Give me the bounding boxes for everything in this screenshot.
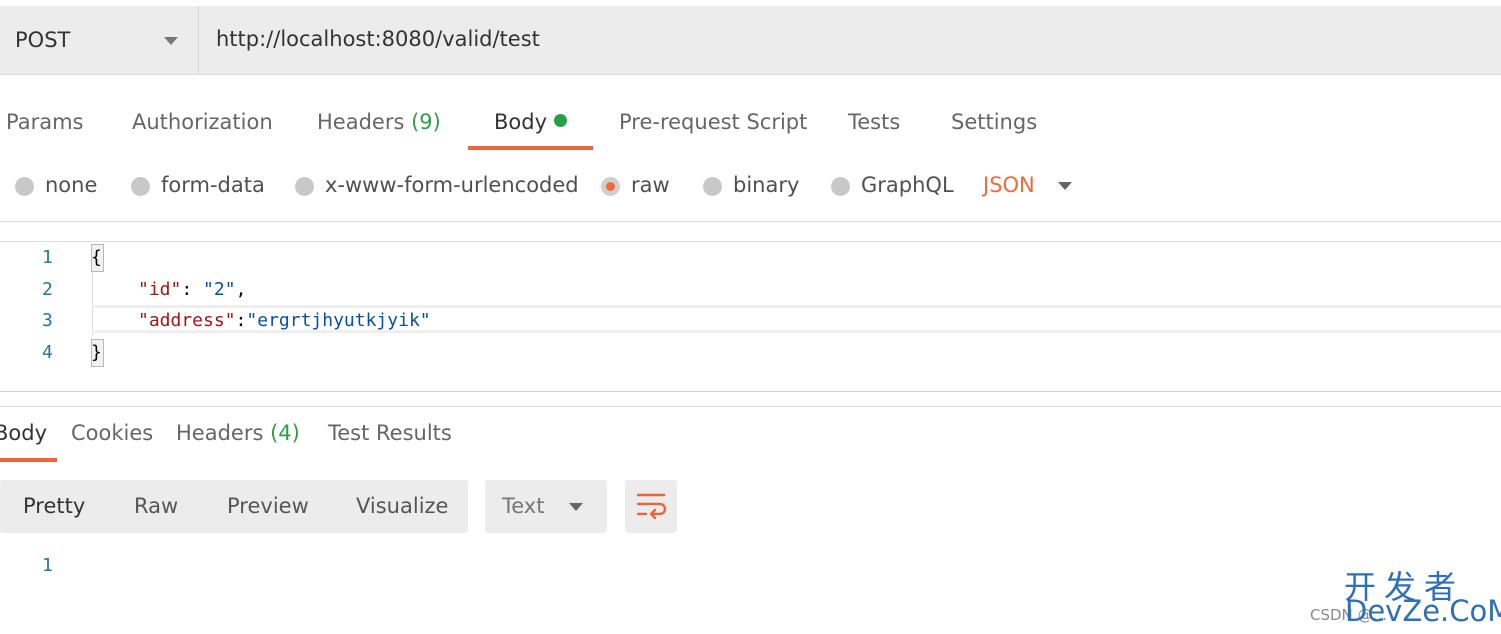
view-visualize-button[interactable]: Visualize (356, 494, 448, 518)
tab-tests[interactable]: Tests (848, 110, 900, 134)
tab-label: Headers (317, 110, 405, 134)
response-format-label: Text (502, 494, 545, 518)
tab-label: Tests (848, 110, 901, 134)
tab-label: Authorization (132, 110, 273, 134)
line-number: 4 (42, 342, 53, 363)
tab-pre-request-script[interactable]: Pre-request Script (619, 110, 807, 134)
tab-label: Pre-request Script (619, 110, 808, 134)
json-key: "id" (138, 279, 182, 300)
tab-headers[interactable]: Headers (9) (317, 110, 441, 134)
divider (0, 406, 1501, 407)
json-colon: : (181, 279, 204, 300)
headers-count: (9) (411, 110, 441, 134)
tab-label: Body (494, 110, 548, 134)
view-raw-button[interactable]: Raw (134, 494, 178, 518)
json-line-id[interactable]: "id": "2", (138, 279, 246, 300)
active-tab-indicator (468, 146, 593, 150)
response-tab-headers[interactable]: Headers (4) (176, 421, 300, 445)
radio-label-none[interactable]: none (45, 173, 97, 197)
response-tab-body[interactable]: Body (0, 421, 47, 445)
radio-label-x-www-form-urlencoded[interactable]: x-www-form-urlencoded (325, 173, 579, 197)
json-colon: : (235, 310, 247, 331)
json-value: "ergrtjhyutkjyik" (246, 310, 431, 331)
raw-format-select[interactable]: JSON (983, 173, 1035, 197)
wrap-lines-icon (636, 493, 667, 520)
tab-label: Params (6, 110, 84, 134)
tab-authorization[interactable]: Authorization (132, 110, 273, 134)
chevron-down-icon (569, 503, 583, 511)
active-tab-indicator (0, 458, 57, 462)
request-url-bar: POST http://localhost:8080/valid/test (0, 6, 1501, 75)
json-value: "2" (203, 279, 236, 300)
tab-params[interactable]: Params (6, 110, 84, 134)
radio-raw[interactable] (601, 177, 620, 196)
green-dot-icon (554, 114, 568, 127)
line-number: 1 (42, 247, 53, 268)
line-number: 3 (42, 310, 53, 331)
divider (0, 241, 1501, 242)
divider (0, 391, 1501, 392)
radio-x-www-form-urlencoded[interactable] (295, 177, 314, 196)
tab-label: Headers (176, 421, 264, 445)
chevron-down-icon (164, 37, 178, 45)
tab-label: Settings (951, 110, 1038, 134)
method-select[interactable]: POST (0, 6, 199, 74)
tab-settings[interactable]: Settings (951, 110, 1037, 134)
tab-body[interactable]: Body (494, 110, 568, 134)
wrap-lines-button[interactable] (625, 480, 677, 533)
view-preview-button[interactable]: Preview (227, 494, 309, 518)
radio-label-raw[interactable]: raw (631, 173, 670, 197)
json-close-brace[interactable]: } (91, 342, 102, 363)
response-line-number: 1 (42, 555, 53, 576)
json-line-address[interactable]: "address":"ergrtjhyutkjyik" (138, 310, 431, 331)
radio-label-binary[interactable]: binary (733, 173, 799, 197)
method-label: POST (15, 28, 71, 52)
chevron-down-icon[interactable] (1058, 182, 1072, 190)
radio-binary[interactable] (703, 177, 722, 196)
json-key: "address" (138, 310, 236, 331)
line-number: 2 (42, 279, 53, 300)
watermark-logo-en: DevZe.CoM (1345, 594, 1501, 628)
json-comma: , (235, 279, 247, 300)
radio-none[interactable] (15, 177, 34, 196)
headers-count: (4) (270, 421, 300, 445)
divider (0, 221, 1501, 222)
url-input[interactable]: http://localhost:8080/valid/test (216, 27, 540, 51)
view-pretty-button[interactable]: Pretty (23, 494, 85, 518)
json-open-brace[interactable]: { (91, 247, 102, 268)
response-tab-cookies[interactable]: Cookies (71, 421, 153, 445)
radio-form-data[interactable] (131, 177, 150, 196)
radio-label-graphql[interactable]: GraphQL (861, 173, 954, 197)
radio-graphql[interactable] (831, 177, 850, 196)
response-tab-test-results[interactable]: Test Results (328, 421, 452, 445)
radio-label-form-data[interactable]: form-data (161, 173, 265, 197)
